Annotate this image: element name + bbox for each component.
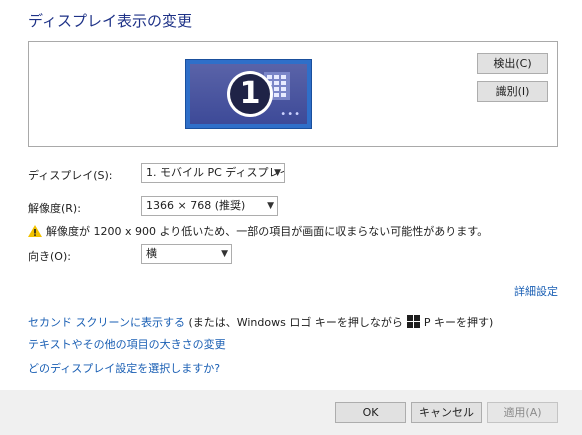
monitor-number-badge: 1: [227, 71, 273, 117]
resolution-warning: 解像度が 1200 x 900 より低いため、一部の項目が画面に収まらない可能性…: [28, 223, 488, 239]
resolution-select[interactable]: 1366 × 768 (推奨) ▼: [141, 196, 278, 216]
windows-logo-icon: [406, 315, 420, 328]
second-screen-hint-text: (または、Windows ロゴ キーを押しながら: [184, 316, 403, 329]
ellipsis-icon: •••: [280, 109, 301, 120]
display-select-value: 1. モバイル PC ディスプレイ: [146, 166, 285, 179]
orientation-select[interactable]: 横 ▼: [141, 244, 232, 264]
cancel-button[interactable]: キャンセル: [411, 402, 482, 423]
second-screen-hint-text-end: P キーを押す): [423, 316, 494, 329]
text-size-link[interactable]: テキストやその他の項目の大きさの変更: [28, 336, 226, 352]
page-title: ディスプレイ表示の変更: [28, 12, 192, 30]
chevron-down-icon: ▼: [267, 201, 274, 211]
advanced-settings-link[interactable]: 詳細設定: [514, 283, 558, 299]
resolution-label: 解像度(R):: [28, 202, 81, 215]
ok-button[interactable]: OK: [335, 402, 406, 423]
which-settings-link[interactable]: どのディスプレイ設定を選択しますか?: [28, 360, 220, 376]
identify-button[interactable]: 識別(I): [477, 81, 548, 102]
apply-button[interactable]: 適用(A): [487, 402, 558, 423]
monitor-screen: 1 •••: [190, 64, 307, 124]
chevron-down-icon: ▼: [274, 168, 281, 178]
chevron-down-icon: ▼: [221, 249, 228, 259]
orientation-label: 向き(O):: [28, 250, 71, 263]
display-select[interactable]: 1. モバイル PC ディスプレイ ▼: [141, 163, 285, 183]
resolution-warning-text: 解像度が 1200 x 900 より低いため、一部の項目が画面に収まらない可能性…: [46, 225, 489, 238]
second-screen-row: セカンド スクリーンに表示する (または、Windows ロゴ キーを押しながら…: [28, 314, 493, 330]
warning-icon: [28, 225, 42, 237]
display-label: ディスプレイ(S):: [28, 169, 113, 182]
orientation-select-value: 横: [146, 247, 157, 260]
resolution-select-value: 1366 × 768 (推奨): [146, 199, 246, 212]
monitor-1-thumbnail[interactable]: 1 •••: [185, 59, 312, 129]
detect-button[interactable]: 検出(C): [477, 53, 548, 74]
monitor-number: 1: [230, 74, 270, 114]
second-screen-link[interactable]: セカンド スクリーンに表示する: [28, 316, 185, 329]
